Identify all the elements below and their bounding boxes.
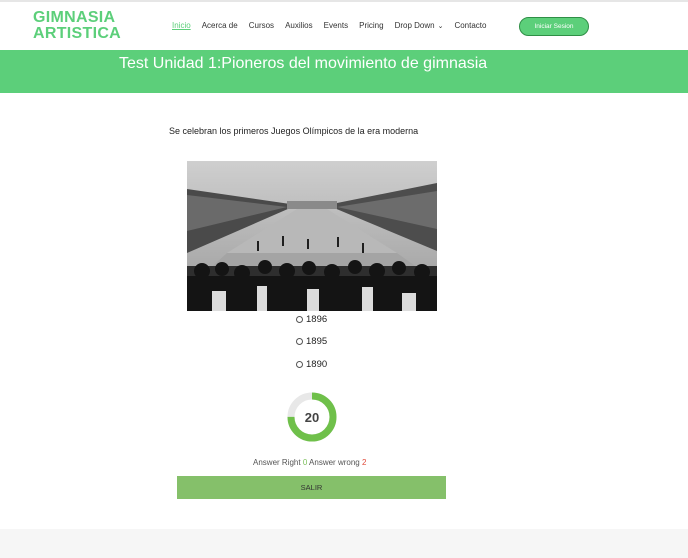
radio-button[interactable] (296, 316, 303, 323)
nav-item-pricing[interactable]: Pricing (359, 21, 383, 30)
nav-item-auxilios[interactable]: Auxilios (285, 21, 313, 30)
nav-item-dropdown[interactable]: Drop Down ⌄ (395, 21, 444, 30)
answer-option[interactable]: 1890 (296, 359, 327, 370)
radio-button[interactable] (296, 361, 303, 368)
login-button[interactable]: Iniciar Sesion (519, 17, 589, 36)
stadium-photo (187, 161, 437, 311)
answer-option[interactable]: 1896 (296, 314, 327, 325)
chevron-down-icon: ⌄ (437, 23, 444, 30)
radio-button[interactable] (296, 338, 303, 345)
footer-band (0, 529, 688, 558)
main-nav: Inicio Acerca de Cursos Auxilios Events … (172, 21, 497, 30)
nav-item-cursos[interactable]: Cursos (249, 21, 274, 30)
exit-button[interactable]: SALIR (177, 476, 446, 499)
timer-value: 20 (304, 409, 320, 425)
logo-line-1: GIMNASIA (33, 9, 116, 26)
nav-item-dropdown-label: Drop Down (394, 21, 435, 30)
answer-option-label: 1896 (306, 314, 328, 325)
score-wrong-value: 2 (361, 458, 367, 467)
question-image (187, 161, 437, 311)
score-right-label: Answer Right (253, 458, 301, 467)
score-summary: Answer Right 0 Answer wrong 2 (253, 458, 366, 467)
answer-option-label: 1895 (306, 336, 328, 347)
score-wrong-label: Answer wrong (309, 458, 360, 467)
logo-line-2: ARTISTICA (33, 25, 122, 42)
score-right-value: 0 (302, 458, 308, 467)
top-border (0, 0, 688, 2)
question-text: Se celebran los primeros Juegos Olímpico… (169, 126, 419, 136)
nav-item-acerca[interactable]: Acerca de (202, 21, 238, 30)
nav-item-events[interactable]: Events (324, 21, 348, 30)
site-logo[interactable]: GIMNASIA ARTISTICA (33, 10, 121, 42)
answer-option[interactable]: 1895 (296, 336, 327, 347)
page-title: Test Unidad 1:Pioneros del movimiento de… (119, 55, 488, 72)
nav-item-inicio[interactable]: Inicio (172, 21, 191, 30)
answer-option-label: 1890 (306, 359, 328, 370)
nav-item-contacto[interactable]: Contacto (454, 21, 486, 30)
page-banner: Test Unidad 1:Pioneros del movimiento de… (0, 50, 688, 93)
